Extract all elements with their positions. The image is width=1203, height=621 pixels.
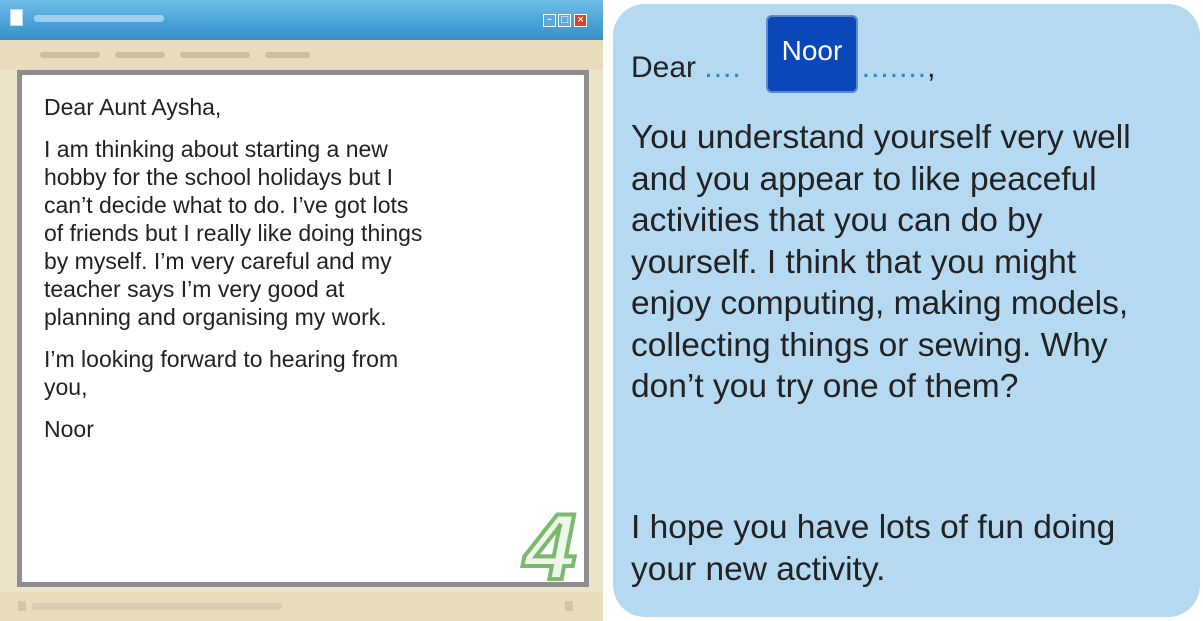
menu-item-blurred[interactable] — [115, 52, 165, 58]
maximize-icon[interactable]: □ — [558, 14, 571, 27]
letter-signature: Noor — [44, 416, 94, 442]
close-icon[interactable]: × — [574, 14, 587, 27]
letter-greeting: Dear Aunt Aysha, — [44, 94, 222, 120]
letter-canvas: Dear Aunt Aysha, I am thinking about sta… — [22, 75, 584, 596]
title-bar[interactable]: – □ × — [0, 0, 603, 40]
document-icon — [10, 9, 23, 26]
dots-before: .... — [704, 51, 742, 84]
scroll-right-icon[interactable] — [565, 601, 573, 611]
menu-item-blurred[interactable] — [180, 52, 250, 58]
salutation-comma: , — [927, 51, 936, 84]
letter-window: – □ × Dear Aunt Aysha, I am thinking abo… — [0, 0, 603, 621]
reply-body: You understand yourself very well and yo… — [631, 119, 1131, 405]
horizontal-scrollbar[interactable] — [32, 603, 282, 610]
recipient-name-box[interactable]: Noor — [766, 15, 858, 93]
letter-text: Dear Aunt Aysha, I am thinking about sta… — [44, 93, 524, 457]
reply-closing: I hope you have lots of fun doing your n… — [631, 509, 1116, 588]
menu-bar — [0, 40, 603, 70]
letter-frame: Dear Aunt Aysha, I am thinking about sta… — [17, 70, 589, 596]
recipient-name: Noor — [781, 35, 843, 66]
letter-closing: I’m looking forward to hearing from you, — [44, 346, 399, 400]
window-title-blurred — [34, 15, 164, 22]
page-number: 4 — [522, 494, 578, 599]
reply-card: Dear .............., Noor You understand… — [613, 4, 1200, 617]
status-bar — [0, 592, 603, 621]
minimize-icon[interactable]: – — [543, 14, 556, 27]
menu-item-blurred[interactable] — [40, 52, 100, 58]
dear-label: Dear — [631, 51, 697, 84]
menu-item-blurred[interactable] — [265, 52, 310, 58]
letter-body: I am thinking about starting a new hobby… — [44, 136, 423, 330]
scroll-left-icon[interactable] — [18, 601, 26, 611]
